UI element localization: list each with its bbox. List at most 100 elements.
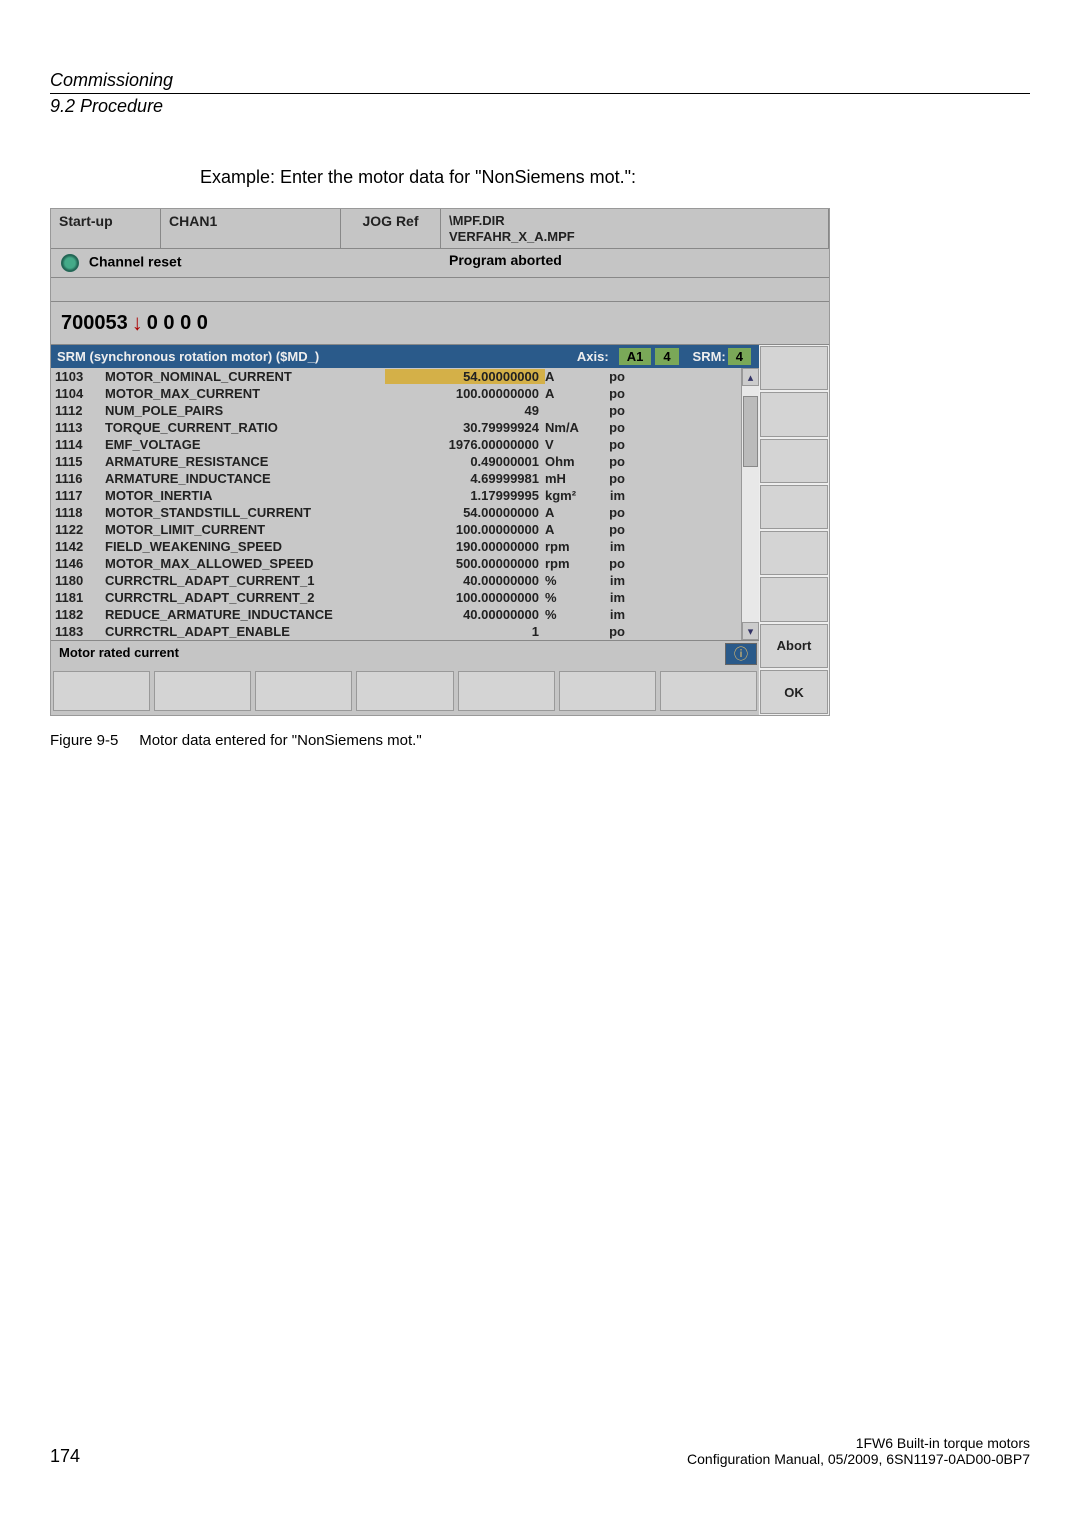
param-name: CURRCTRL_ADAPT_CURRENT_1 <box>105 573 385 588</box>
table-row[interactable]: 1117MOTOR_INERTIA1.17999995kgm²im <box>51 487 741 504</box>
info-icon[interactable]: ⓘ <box>725 643 757 665</box>
side-btn-6[interactable] <box>760 577 828 621</box>
side-btn-4[interactable] <box>760 485 828 529</box>
jog-label: JOG Ref <box>341 209 441 248</box>
param-value[interactable]: 100.00000000 <box>385 590 545 605</box>
srm-label: SRM: <box>693 349 726 364</box>
table-row[interactable]: 1182REDUCE_ARMATURE_INDUCTANCE40.0000000… <box>51 606 741 623</box>
parameter-table: 1103MOTOR_NOMINAL_CURRENT54.00000000Apo1… <box>51 368 741 640</box>
srm-num-badge[interactable]: 4 <box>728 348 751 365</box>
table-row[interactable]: 1113TORQUE_CURRENT_RATIO30.79999924Nm/Ap… <box>51 419 741 436</box>
param-name: CURRCTRL_ADAPT_CURRENT_2 <box>105 590 385 605</box>
figure-caption: Figure 9-5 Motor data entered for "NonSi… <box>50 732 1030 749</box>
softkey-6[interactable] <box>559 671 656 711</box>
param-id: 1113 <box>55 420 105 435</box>
param-unit: Ohm <box>545 454 595 469</box>
param-id: 1112 <box>55 403 105 418</box>
table-row[interactable]: 1116ARMATURE_INDUCTANCE4.69999981mHpo <box>51 470 741 487</box>
param-name: ARMATURE_RESISTANCE <box>105 454 385 469</box>
table-row[interactable]: 1146MOTOR_MAX_ALLOWED_SPEED500.00000000r… <box>51 555 741 572</box>
mode-label: Start-up <box>51 209 161 248</box>
param-value[interactable]: 54.00000000 <box>385 369 545 384</box>
param-attr: po <box>595 386 625 401</box>
param-name: FIELD_WEAKENING_SPEED <box>105 539 385 554</box>
blank-row <box>51 278 829 302</box>
softkey-5[interactable] <box>458 671 555 711</box>
param-id: 1183 <box>55 624 105 639</box>
table-row[interactable]: 1142FIELD_WEAKENING_SPEED190.00000000rpm… <box>51 538 741 555</box>
param-attr: po <box>595 471 625 486</box>
param-value[interactable]: 100.00000000 <box>385 522 545 537</box>
param-value[interactable]: 40.00000000 <box>385 607 545 622</box>
param-attr: im <box>595 573 625 588</box>
side-btn-3[interactable] <box>760 439 828 483</box>
param-attr: im <box>595 539 625 554</box>
param-name: MOTOR_LIMIT_CURRENT <box>105 522 385 537</box>
code-number: 700053 <box>61 312 128 335</box>
side-btn-2[interactable] <box>760 392 828 436</box>
param-unit: A <box>545 386 595 401</box>
param-unit: V <box>545 437 595 452</box>
param-name: MOTOR_MAX_ALLOWED_SPEED <box>105 556 385 571</box>
scroll-up-icon[interactable]: ▴ <box>742 368 759 386</box>
param-value[interactable]: 190.00000000 <box>385 539 545 554</box>
param-id: 1146 <box>55 556 105 571</box>
softkey-1[interactable] <box>53 671 150 711</box>
scroll-thumb[interactable] <box>743 396 758 467</box>
param-name: MOTOR_NOMINAL_CURRENT <box>105 369 385 384</box>
table-row[interactable]: 1122MOTOR_LIMIT_CURRENT100.00000000Apo <box>51 521 741 538</box>
param-value[interactable]: 30.79999924 <box>385 420 545 435</box>
param-id: 1115 <box>55 454 105 469</box>
table-row[interactable]: 1104MOTOR_MAX_CURRENT100.00000000Apo <box>51 385 741 402</box>
param-id: 1103 <box>55 369 105 384</box>
param-value[interactable]: 500.00000000 <box>385 556 545 571</box>
param-id: 1181 <box>55 590 105 605</box>
mpf-line1: \MPF.DIR <box>449 213 820 229</box>
table-row[interactable]: 1180CURRCTRL_ADAPT_CURRENT_140.00000000%… <box>51 572 741 589</box>
param-unit: A <box>545 369 595 384</box>
axis-label: Axis: <box>577 349 609 364</box>
param-unit: mH <box>545 471 595 486</box>
table-row[interactable]: 1183CURRCTRL_ADAPT_ENABLE1po <box>51 623 741 640</box>
param-unit <box>545 403 595 418</box>
side-softkeys: Abort OK <box>759 345 829 715</box>
softkey-4[interactable] <box>356 671 453 711</box>
table-row[interactable]: 1112NUM_POLE_PAIRS49po <box>51 402 741 419</box>
table-row[interactable]: 1115ARMATURE_RESISTANCE0.49000001Ohmpo <box>51 453 741 470</box>
param-id: 1114 <box>55 437 105 452</box>
param-value[interactable]: 49 <box>385 403 545 418</box>
param-attr: im <box>595 488 625 503</box>
param-name: MOTOR_MAX_CURRENT <box>105 386 385 401</box>
param-id: 1142 <box>55 539 105 554</box>
abort-button[interactable]: Abort <box>760 624 828 668</box>
param-attr: po <box>595 369 625 384</box>
side-btn-5[interactable] <box>760 531 828 575</box>
scroll-track[interactable] <box>742 386 759 622</box>
param-value[interactable]: 1 <box>385 624 545 639</box>
param-value[interactable]: 100.00000000 <box>385 386 545 401</box>
param-value[interactable]: 1.17999995 <box>385 488 545 503</box>
table-row[interactable]: 1118MOTOR_STANDSTILL_CURRENT54.00000000A… <box>51 504 741 521</box>
softkey-2[interactable] <box>154 671 251 711</box>
param-value[interactable]: 1976.00000000 <box>385 437 545 452</box>
side-btn-1[interactable] <box>760 346 828 390</box>
param-value[interactable]: 4.69999981 <box>385 471 545 486</box>
axis-num-badge[interactable]: 4 <box>655 348 678 365</box>
axis-name-badge[interactable]: A1 <box>619 348 652 365</box>
table-row[interactable]: 1181CURRCTRL_ADAPT_CURRENT_2100.00000000… <box>51 589 741 606</box>
ok-button[interactable]: OK <box>760 670 828 714</box>
param-name: REDUCE_ARMATURE_INDUCTANCE <box>105 607 385 622</box>
param-attr: po <box>595 556 625 571</box>
softkey-7[interactable] <box>660 671 757 711</box>
softkey-3[interactable] <box>255 671 352 711</box>
table-row[interactable]: 1114EMF_VOLTAGE1976.00000000Vpo <box>51 436 741 453</box>
scrollbar[interactable]: ▴ ▾ <box>741 368 759 640</box>
table-row[interactable]: 1103MOTOR_NOMINAL_CURRENT54.00000000Apo <box>51 368 741 385</box>
param-value[interactable]: 54.00000000 <box>385 505 545 520</box>
doc-subtitle: 9.2 Procedure <box>50 96 1030 117</box>
param-unit: % <box>545 590 595 605</box>
param-name: TORQUE_CURRENT_RATIO <box>105 420 385 435</box>
param-value[interactable]: 40.00000000 <box>385 573 545 588</box>
scroll-down-icon[interactable]: ▾ <box>742 622 759 640</box>
param-value[interactable]: 0.49000001 <box>385 454 545 469</box>
